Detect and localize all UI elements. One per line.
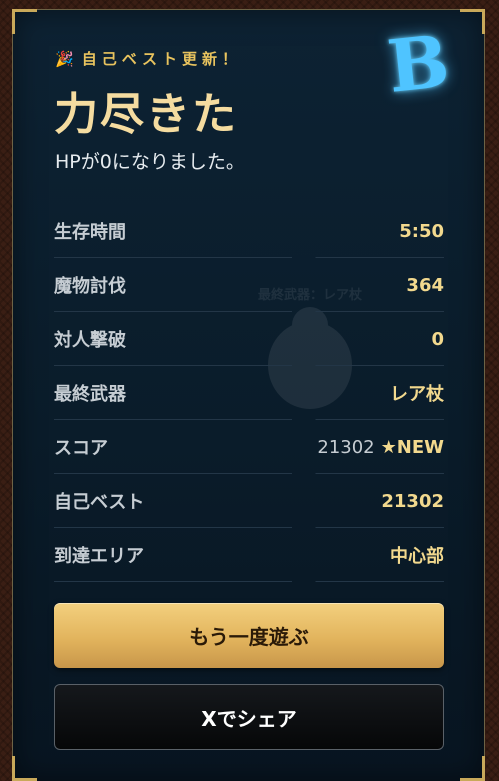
party-popper-icon: 🎉	[55, 50, 74, 68]
stat-row-monsters-defeated: 魔物討伐 364	[54, 258, 444, 312]
stat-value: 364	[406, 274, 444, 296]
corner-ornament	[12, 756, 37, 781]
stat-value: 5:50	[399, 220, 444, 242]
stat-value: 0	[431, 328, 444, 350]
stats-table: 生存時間 5:50 魔物討伐 364 対人撃破 0 最終武器 レア杖 スコア 2…	[54, 204, 444, 582]
new-record-badge: ★NEW	[380, 436, 444, 458]
stat-row-survival-time: 生存時間 5:50	[54, 204, 444, 258]
share-on-x-button[interactable]: Xでシェア	[54, 684, 444, 750]
rank-letter: B	[383, 18, 454, 109]
corner-ornament	[460, 9, 485, 34]
stat-label: 対人撃破	[54, 330, 126, 351]
stat-value: 21302 ★NEW	[317, 437, 444, 458]
stat-row-player-kills: 対人撃破 0	[54, 312, 444, 366]
stat-value: 21302	[381, 490, 444, 512]
score-number: 21302	[317, 436, 375, 458]
stat-label: 魔物討伐	[54, 276, 126, 297]
stat-value: レア杖	[390, 384, 444, 405]
result-title: 力尽きた	[54, 89, 238, 140]
stat-label: 最終武器	[54, 384, 126, 405]
result-panel: 🎉 自己ベスト更新！ B 力尽きた HPが0になりました。 最終武器：レア杖 生存…	[12, 9, 485, 781]
personal-best-badge: 🎉 自己ベスト更新！	[55, 48, 242, 69]
stat-row-area-reached: 到達エリア 中心部	[54, 528, 444, 582]
stat-value: 中心部	[390, 546, 444, 567]
corner-ornament	[460, 756, 485, 781]
corner-ornament	[12, 9, 37, 34]
play-again-button[interactable]: もう一度遊ぶ	[54, 603, 444, 668]
stat-row-final-weapon: 最終武器 レア杖	[54, 366, 444, 420]
personal-best-text: 自己ベスト更新！	[81, 50, 242, 68]
result-subtitle: HPが0になりました。	[55, 151, 245, 173]
stat-row-personal-best: 自己ベスト 21302	[54, 474, 444, 528]
stat-label: 到達エリア	[54, 546, 144, 567]
stat-label: スコア	[54, 438, 108, 459]
stat-label: 生存時間	[54, 222, 126, 243]
stat-row-score: スコア 21302 ★NEW	[54, 420, 444, 474]
stat-label: 自己ベスト	[54, 492, 145, 513]
